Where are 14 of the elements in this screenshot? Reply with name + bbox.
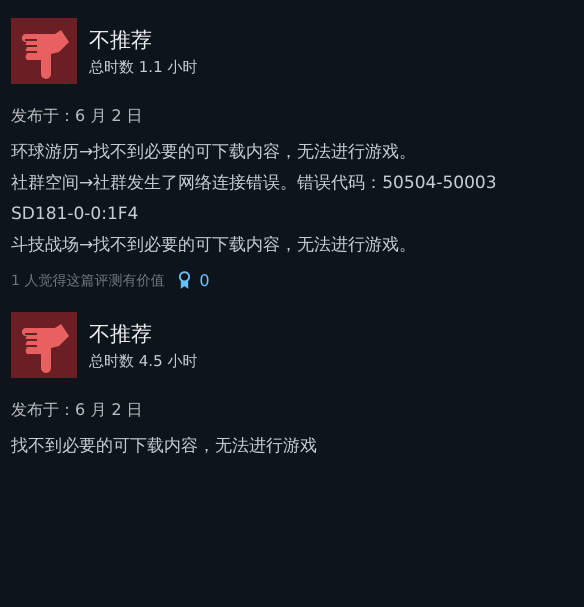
post-date: 发布于：6 月 2 日 <box>11 106 143 127</box>
award-ribbon-icon[interactable] <box>178 271 192 290</box>
review-verdict: 不推荐 <box>89 26 153 54</box>
review-text-line: 斗技战场→找不到必要的可下载内容，无法进行游戏。 <box>11 234 416 257</box>
helpful-count-text: 1 人觉得这篇评测有价值 <box>11 272 164 290</box>
award-count: 0 <box>199 271 210 290</box>
playtime-text: 总时数 4.5 小时 <box>89 352 198 370</box>
review-text-line: SD181-0-0:1F4 <box>11 203 138 226</box>
playtime-text: 总时数 1.1 小时 <box>89 58 198 76</box>
review-verdict: 不推荐 <box>89 320 153 348</box>
review-text-line: 找不到必要的可下载内容，无法进行游戏 <box>11 435 317 458</box>
post-date: 发布于：6 月 2 日 <box>11 400 143 421</box>
review-text-line: 社群空间→社群发生了网络连接错误。错误代码：50504-50003 <box>11 172 497 195</box>
review-text-line: 环球游历→找不到必要的可下载内容，无法进行游戏。 <box>11 141 416 164</box>
